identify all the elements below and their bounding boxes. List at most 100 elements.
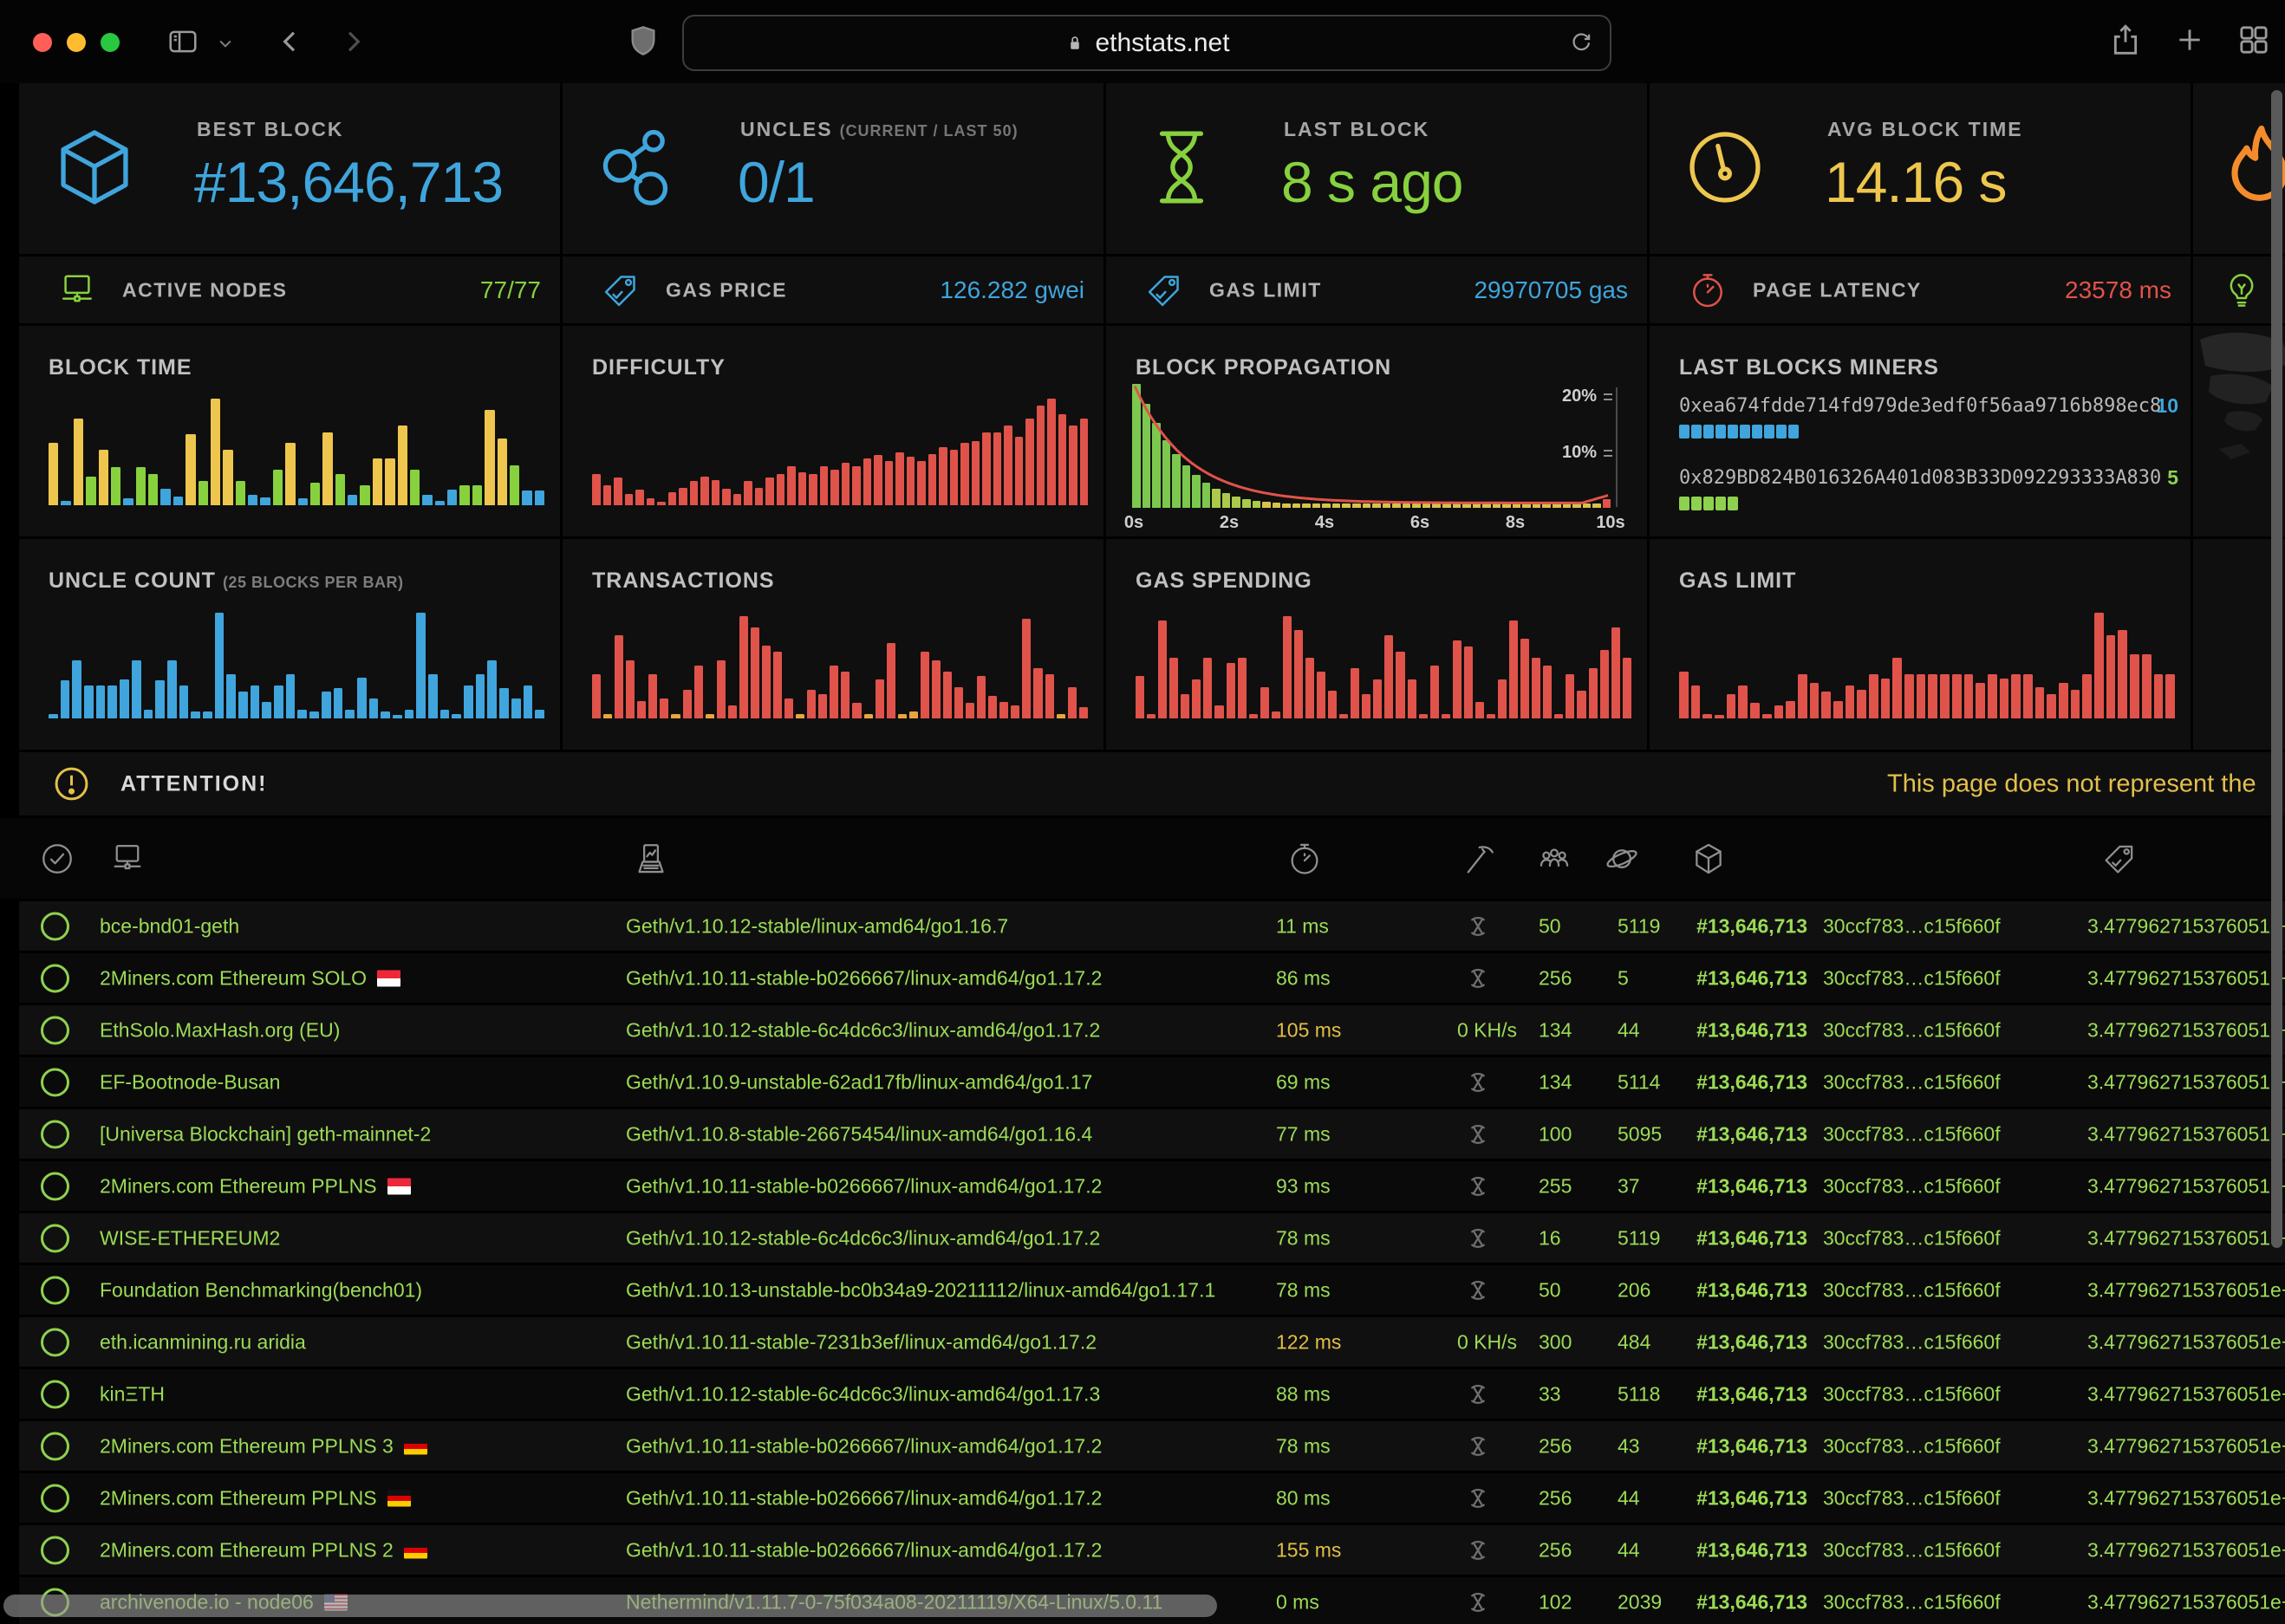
stat-label: GAS PRICE [666, 278, 787, 302]
node-client-version: Geth/v1.10.11-stable-b0266667/linux-amd6… [626, 1538, 1102, 1562]
node-block-hash: 30ccf783…c15f660f [1823, 966, 2001, 990]
node-status-icon [41, 1068, 69, 1096]
warning-icon [52, 764, 91, 803]
uncles-icon [596, 125, 680, 210]
miner-address: 0xea674fdde714fd979de3edf0f56aa9716b898e… [1679, 395, 2161, 417]
bar-chart [592, 394, 1088, 505]
miner-block-count: 5 [2167, 466, 2178, 490]
bar-chart [49, 607, 544, 718]
node-latency: 80 ms [1276, 1486, 1331, 1510]
share-icon[interactable] [2108, 23, 2143, 57]
chart-title: TRANSACTIONS [592, 568, 775, 594]
node-peers: 256 [1539, 1486, 1572, 1510]
node-block-hash: 30ccf783…c15f660f [1823, 1590, 2001, 1614]
node-total-difficulty: 3.477962715376051e+1 [2087, 1486, 2285, 1510]
node-block-hash: 30ccf783…c15f660f [1823, 1070, 2001, 1094]
table-row: 2Miners.com Ethereum PPLNS 3Geth/v1.10.1… [19, 1421, 2285, 1471]
mining-off-icon [1463, 1120, 1493, 1149]
column-header-planet-icon[interactable] [1604, 841, 1640, 877]
new-tab-icon[interactable] [2172, 23, 2207, 57]
node-latency: 86 ms [1276, 966, 1331, 990]
node-pending-tx: 44 [1618, 1018, 1640, 1042]
node-client-version: Geth/v1.10.8-stable-26675454/linux-amd64… [626, 1122, 1092, 1146]
mining-off-icon [1463, 1068, 1493, 1097]
table-row: 2Miners.com Ethereum PPLNSGeth/v1.10.11-… [19, 1161, 2285, 1211]
close-window-button[interactable] [33, 33, 52, 52]
stat-value: 77/77 [480, 276, 541, 304]
node-block-hash: 30ccf783…c15f660f [1823, 1434, 2001, 1458]
column-header-tag-icon[interactable] [2101, 841, 2138, 877]
back-button[interactable] [274, 25, 307, 58]
zoom-window-button[interactable] [101, 33, 120, 52]
node-peers: 16 [1539, 1226, 1561, 1250]
attention-banner: ATTENTION! This page does not represent … [19, 752, 2285, 815]
mining-off-icon [1463, 1536, 1493, 1565]
node-best-block: #13,646,713 [1666, 1382, 1807, 1406]
node-peers: 33 [1539, 1382, 1561, 1406]
node-name: EF-Bootnode-Busan [100, 1070, 280, 1094]
bar-chart [592, 607, 1088, 718]
cube-icon [52, 125, 137, 210]
minimize-window-button[interactable] [67, 33, 86, 52]
chart-title: BLOCK TIME [49, 355, 192, 380]
stat-value: 14.16 s [1825, 149, 2007, 215]
node-best-block: #13,646,713 [1666, 1278, 1807, 1302]
y-axis-label: 20% [1540, 387, 1597, 406]
node-latency: 77 ms [1276, 1122, 1331, 1146]
node-client-version: Geth/v1.10.11-stable-b0266667/linux-amd6… [626, 1486, 1102, 1510]
dashboard: BEST BLOCK#13,646,713UNCLES(CURRENT / LA… [0, 83, 2285, 1624]
charts-row-1: BLOCK TIMEDIFFICULTYBLOCK PROPAGATION 20… [19, 326, 2285, 536]
node-latency: 105 ms [1276, 1018, 1341, 1042]
node-pending-tx: 44 [1618, 1486, 1640, 1510]
node-status-icon [41, 1172, 69, 1200]
attention-notice: This page does not represent the [1887, 770, 2256, 798]
node-name: WISE-ETHEREUM2 [100, 1226, 280, 1250]
primary-stats-row: BEST BLOCK#13,646,713UNCLES(CURRENT / LA… [19, 83, 2285, 254]
stat-label: AVG BLOCK TIME [1827, 118, 2023, 141]
node-block-hash: 30ccf783…c15f660f [1823, 1226, 2001, 1250]
node-latency: 78 ms [1276, 1278, 1331, 1302]
shield-icon[interactable] [626, 23, 661, 58]
tab-overview-icon[interactable] [2236, 23, 2271, 57]
sidebar-icon[interactable] [166, 25, 199, 58]
node-client-version: Geth/v1.10.11-stable-b0266667/linux-amd6… [626, 966, 1102, 990]
column-header-laptop-icon[interactable] [633, 841, 669, 877]
country-flag-de [387, 1490, 411, 1506]
horizontal-scrollbar[interactable] [3, 1595, 1217, 1617]
stat-value: 0/1 [738, 149, 815, 215]
node-pending-tx: 5095 [1618, 1122, 1662, 1146]
reload-icon[interactable] [1568, 29, 1594, 55]
node-latency: 69 ms [1276, 1070, 1331, 1094]
stat-label: LAST BLOCK [1284, 118, 1429, 141]
address-bar[interactable]: ethstats.net [682, 15, 1611, 71]
node-pending-tx: 2039 [1618, 1590, 1662, 1614]
node-latency: 122 ms [1276, 1330, 1341, 1354]
table-row: 2Miners.com Ethereum SOLOGeth/v1.10.11-s… [19, 953, 2285, 1003]
column-header-check-circle-icon[interactable] [39, 841, 75, 877]
column-header-peers-icon[interactable] [1536, 841, 1572, 877]
node-status-icon [41, 1432, 69, 1460]
column-header-pickaxe-icon[interactable] [1461, 841, 1497, 877]
node-best-block: #13,646,713 [1666, 1434, 1807, 1458]
attention-title: ATTENTION! [120, 771, 268, 796]
table-row: WISE-ETHEREUM2Geth/v1.10.12-stable-6c4dc… [19, 1213, 2285, 1263]
node-total-difficulty: 3.477962715376051e+1 [2087, 1330, 2285, 1354]
chevron-down-icon[interactable] [217, 35, 234, 52]
chart-gas-limit: GAS LIMIT [1650, 539, 2191, 750]
vertical-scrollbar[interactable] [2271, 90, 2282, 1248]
column-header-node-icon[interactable] [109, 841, 146, 877]
node-status-icon [41, 1224, 69, 1252]
mining-off-icon [1463, 1432, 1493, 1461]
table-row: EthSolo.MaxHash.org (EU)Geth/v1.10.12-st… [19, 1005, 2285, 1055]
country-flag-sg [377, 970, 400, 986]
node-name: 2Miners.com Ethereum PPLNS 2 [100, 1538, 427, 1562]
stat-tile-best-block: BEST BLOCK#13,646,713 [19, 83, 560, 254]
node-peers: 134 [1539, 1018, 1572, 1042]
column-header-block-icon[interactable] [1690, 841, 1727, 877]
forward-button[interactable] [336, 25, 369, 58]
stat-label: ACTIVE NODES [122, 278, 288, 302]
chart-subtitle: (25 BLOCKS PER BAR) [223, 574, 404, 591]
column-header-stopwatch-icon[interactable] [1286, 841, 1323, 877]
mining-off-icon [1463, 1172, 1493, 1201]
node-block-hash: 30ccf783…c15f660f [1823, 1018, 2001, 1042]
